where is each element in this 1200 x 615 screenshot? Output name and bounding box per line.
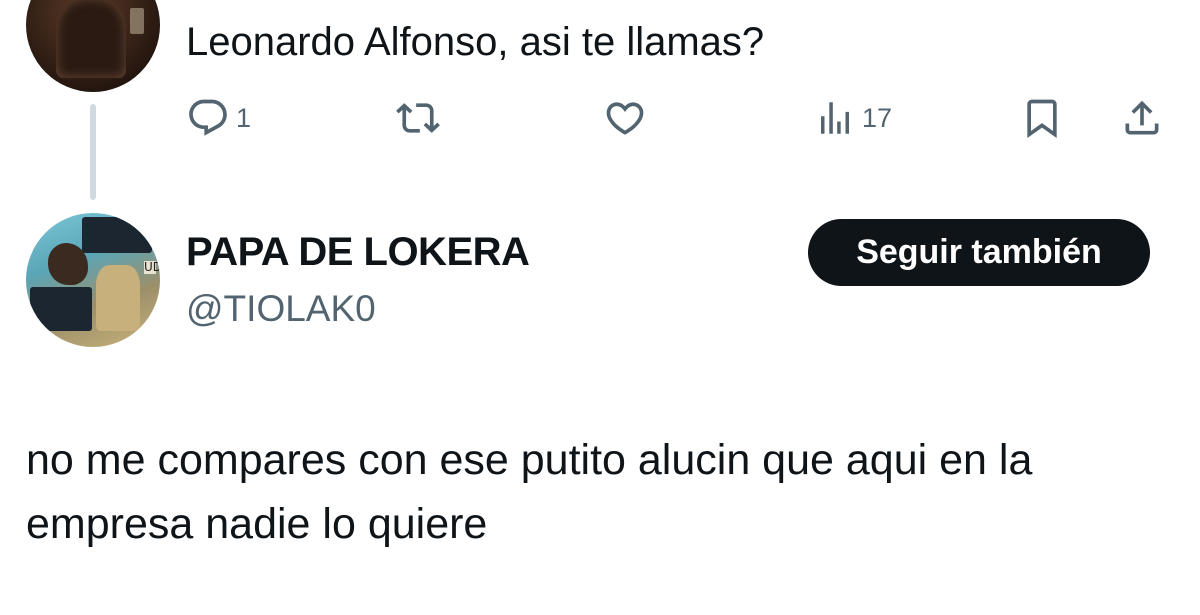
follow-button[interactable]: Seguir también	[808, 219, 1150, 286]
thread-connector-line	[90, 104, 96, 200]
avatar-light	[130, 8, 144, 34]
parent-author-avatar[interactable]	[26, 0, 160, 92]
share-button[interactable]	[1120, 96, 1164, 140]
avatar-person-figure	[96, 265, 140, 331]
reply-author-avatar[interactable]: UDF	[26, 213, 160, 347]
parent-author-name-cropped	[186, 0, 826, 6]
avatar-letters: UDF	[144, 260, 160, 274]
reply-tweet-text: no me compares con ese putito alucin que…	[26, 436, 1033, 548]
retweet-icon	[396, 103, 440, 133]
views-count: 17	[862, 102, 893, 133]
avatar-dog-figure	[48, 243, 88, 285]
views-icon	[821, 102, 849, 134]
reply-author-name[interactable]: PAPA DE LOKERA	[186, 230, 530, 275]
avatar-card-overlay	[30, 287, 92, 331]
like-icon	[606, 102, 644, 135]
bookmark-icon	[1027, 99, 1057, 139]
parent-tweet-text: Leonardo Alfonso, asi te llamas?	[186, 20, 765, 64]
reply-author-handle[interactable]: @TIOLAK0	[186, 288, 376, 330]
share-icon	[1125, 100, 1159, 135]
reply-icon	[189, 99, 227, 136]
retweet-button[interactable]	[393, 96, 449, 140]
bookmark-button[interactable]	[1020, 96, 1064, 140]
reply-count: 1	[236, 102, 252, 133]
like-button[interactable]	[602, 96, 654, 140]
tweet-thread: Leonardo Alfonso, asi te llamas? 1 17 UD…	[0, 0, 1200, 615]
avatar-card-overlay	[82, 217, 152, 253]
views-button[interactable]: 17	[814, 96, 892, 140]
reply-button[interactable]: 1	[186, 96, 251, 140]
avatar-figure	[56, 0, 126, 78]
